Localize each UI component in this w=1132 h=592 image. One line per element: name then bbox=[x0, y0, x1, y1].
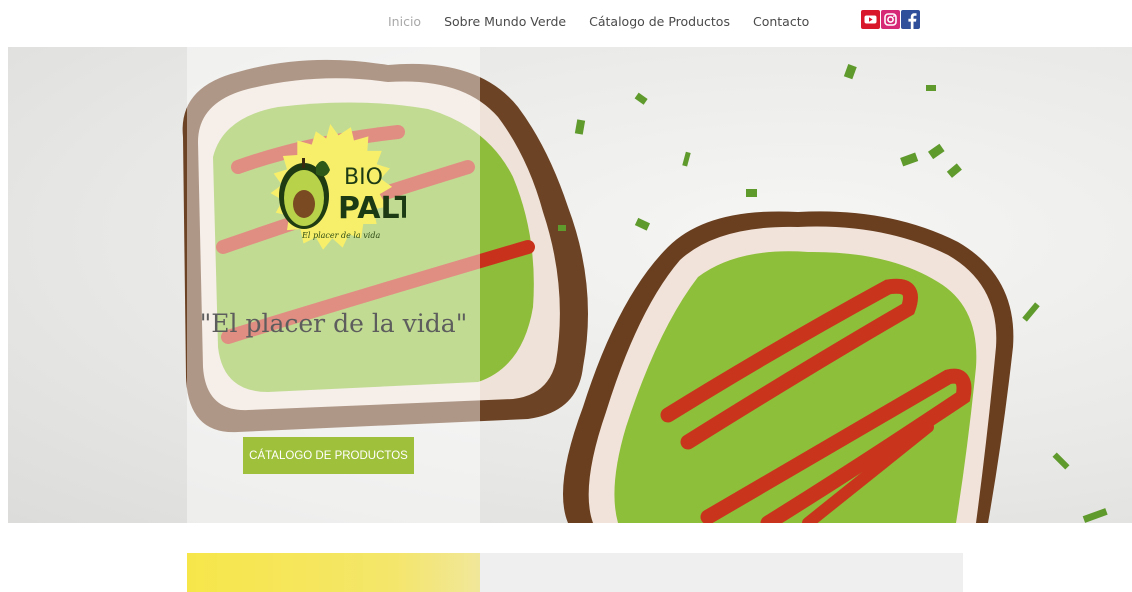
avocado-icon bbox=[279, 158, 330, 229]
lower-section-yellow-panel bbox=[187, 553, 480, 592]
avocado-toast-photo bbox=[182, 59, 1108, 523]
social-links bbox=[861, 10, 920, 29]
logo-line1: BIO bbox=[344, 165, 383, 190]
nav-menu: Inicio Sobre Mundo Verde Cátalogo de Pro… bbox=[388, 14, 832, 29]
nav-item-contacto[interactable]: Contacto bbox=[753, 14, 809, 29]
hero-tagline: "El placer de la vida" bbox=[199, 309, 468, 338]
lower-section-gray-panel bbox=[480, 553, 963, 592]
nav-item-sobre-mundo-verde[interactable]: Sobre Mundo Verde bbox=[444, 14, 566, 29]
right-toast bbox=[563, 211, 1014, 523]
biopalt-logo: BIO PALT El placer de la vida bbox=[270, 124, 406, 250]
youtube-icon[interactable] bbox=[861, 10, 880, 29]
catalog-button[interactable]: CÁTALOGO DE PRODUCTOS bbox=[243, 437, 414, 474]
facebook-icon[interactable] bbox=[901, 10, 920, 29]
nav-item-inicio[interactable]: Inicio bbox=[388, 14, 421, 29]
instagram-icon[interactable] bbox=[881, 10, 900, 29]
hero-banner bbox=[8, 47, 1132, 523]
nav-item-catalogo[interactable]: Cátalogo de Productos bbox=[589, 14, 730, 29]
top-navigation: Inicio Sobre Mundo Verde Cátalogo de Pro… bbox=[0, 0, 1132, 46]
logo-slogan: El placer de la vida bbox=[301, 231, 380, 240]
logo-line2: PALT bbox=[338, 191, 406, 226]
